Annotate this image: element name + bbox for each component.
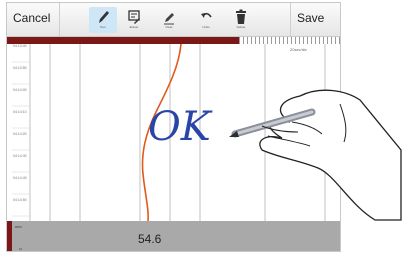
hand-overlay: OK xyxy=(148,89,402,221)
hand-with-stylus-icon xyxy=(229,89,402,221)
handwritten-annotation: OK xyxy=(148,104,213,150)
